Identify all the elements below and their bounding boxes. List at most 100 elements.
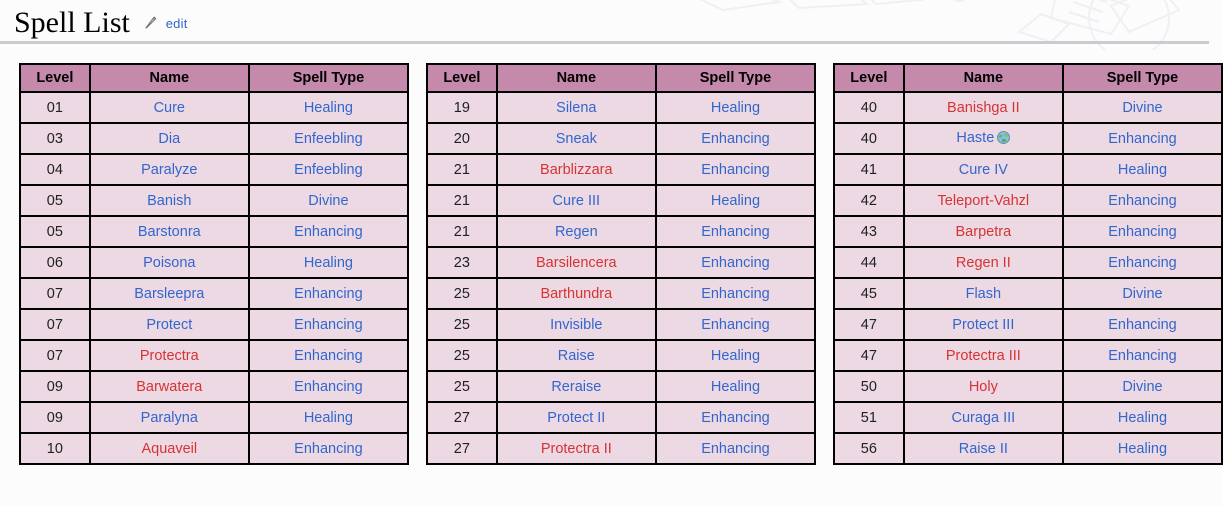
spell-name-link[interactable]: Banish — [147, 193, 191, 209]
table-row: 27 Protect II Enhancing — [426, 401, 817, 434]
spell-type-link[interactable]: Enhancing — [1108, 255, 1177, 271]
spell-name-link[interactable]: Cure — [154, 100, 185, 116]
spell-type-link[interactable]: Enhancing — [1108, 317, 1177, 333]
spell-name-link[interactable]: Banishga II — [947, 100, 1020, 116]
spell-type-link[interactable]: Enhancing — [701, 410, 770, 426]
spell-type-link[interactable]: Divine — [1122, 379, 1162, 395]
spell-name-link[interactable]: Paralyze — [141, 162, 197, 178]
spell-tables-container: Level Name Spell Type 01 Cure Healing 03 Dia… — [0, 44, 1223, 465]
spell-name-link[interactable]: Invisible — [550, 317, 602, 333]
spell-name-link[interactable]: Protect III — [952, 317, 1014, 333]
cell-spell-type: Healing — [654, 184, 817, 217]
cell-spell-type: Divine — [247, 184, 410, 217]
spell-name-link[interactable]: Poisona — [143, 255, 195, 271]
spell-type-link[interactable]: Enhancing — [701, 255, 770, 271]
table-row: 07 Protect Enhancing — [19, 308, 410, 341]
spell-name-link[interactable]: Barthundra — [540, 286, 612, 302]
spell-name-link[interactable]: Barsleepra — [134, 286, 204, 302]
spell-type-link[interactable]: Enhancing — [1108, 348, 1177, 364]
cell-spell-type: Enhancing — [654, 308, 817, 341]
spell-name-link[interactable]: Sneak — [556, 131, 597, 147]
spell-name-link[interactable]: Raise II — [959, 441, 1008, 457]
spell-type-link[interactable]: Enhancing — [1108, 224, 1177, 240]
edit-link[interactable]: edit — [166, 16, 188, 31]
spell-type-link[interactable]: Healing — [304, 410, 353, 426]
spell-name-link[interactable]: Barwatera — [136, 379, 202, 395]
spell-type-link[interactable]: Enhancing — [701, 317, 770, 333]
spell-type-link[interactable]: Enhancing — [701, 441, 770, 457]
spell-type-link[interactable]: Enhancing — [294, 224, 363, 240]
cell-level: 05 — [19, 215, 91, 248]
spell-type-link[interactable]: Healing — [711, 193, 760, 209]
spell-type-link[interactable]: Healing — [1118, 441, 1167, 457]
spell-name-link[interactable]: Flash — [966, 286, 1001, 302]
cell-spell-type: Enhancing — [247, 432, 410, 465]
spell-name-link[interactable]: Aquaveil — [141, 441, 197, 457]
cell-level: 56 — [833, 432, 905, 465]
table-row: 25 Raise Healing — [426, 339, 817, 372]
spell-type-link[interactable]: Enhancing — [1108, 193, 1177, 209]
spell-type-link[interactable]: Enhancing — [294, 441, 363, 457]
spell-type-link[interactable]: Enhancing — [294, 317, 363, 333]
cell-name: Reraise — [495, 370, 657, 403]
spell-name-link[interactable]: Curaga III — [952, 410, 1016, 426]
spell-type-link[interactable]: Healing — [711, 379, 760, 395]
cell-name: Regen — [495, 215, 657, 248]
cell-name: Barstonra — [88, 215, 250, 248]
spell-name-link[interactable]: Regen — [555, 224, 598, 240]
spell-type-link[interactable]: Enhancing — [701, 162, 770, 178]
spell-type-link[interactable]: Enhancing — [294, 286, 363, 302]
spell-type-link[interactable]: Healing — [711, 348, 760, 364]
spell-name-link[interactable]: Cure III — [553, 193, 601, 209]
spell-type-link[interactable]: Enhancing — [294, 348, 363, 364]
cell-level: 19 — [426, 91, 498, 124]
cell-name: Raise — [495, 339, 657, 372]
spell-name-link[interactable]: Protect II — [547, 410, 605, 426]
spell-name-link[interactable]: Barstonra — [138, 224, 201, 240]
spell-type-link[interactable]: Healing — [1118, 162, 1167, 178]
spell-type-link[interactable]: Divine — [1122, 100, 1162, 116]
spell-type-link[interactable]: Enhancing — [701, 224, 770, 240]
spell-type-link[interactable]: Enfeebling — [294, 131, 363, 147]
spell-type-link[interactable]: Healing — [304, 255, 353, 271]
spell-name-link[interactable]: Cure IV — [959, 162, 1008, 178]
spell-name-link[interactable]: Paralyna — [141, 410, 198, 426]
cell-spell-type: Healing — [247, 246, 410, 279]
cell-name: Silena — [495, 91, 657, 124]
spell-type-link[interactable]: Divine — [1122, 286, 1162, 302]
spell-name-link[interactable]: Silena — [556, 100, 596, 116]
cell-level: 42 — [833, 184, 905, 217]
spell-type-link[interactable]: Divine — [308, 193, 348, 209]
spell-table-2-body: 19 Silena Healing 20 Sneak Enhancing 21 Barbliz… — [426, 91, 817, 465]
cell-level: 07 — [19, 339, 91, 372]
edit-section-control[interactable]: edit — [144, 15, 187, 35]
spell-type-link[interactable]: Healing — [304, 100, 353, 116]
spell-type-link[interactable]: Healing — [711, 100, 760, 116]
cell-spell-type: Divine — [1061, 370, 1223, 403]
spell-name-link[interactable]: Raise — [558, 348, 595, 364]
spell-name-link[interactable]: Barpetra — [956, 224, 1012, 240]
spell-name-link[interactable]: Protectra — [140, 348, 199, 364]
cell-name: Dia — [88, 122, 250, 155]
column-header-name: Name — [495, 63, 657, 93]
spell-type-link[interactable]: Enfeebling — [294, 162, 363, 178]
cell-spell-type: Enhancing — [1061, 339, 1223, 372]
spell-type-link[interactable]: Enhancing — [294, 379, 363, 395]
spell-name-link[interactable]: Reraise — [551, 379, 601, 395]
spell-type-link[interactable]: Healing — [1118, 410, 1167, 426]
spell-name-link[interactable]: Holy — [969, 379, 998, 395]
spell-name-link[interactable]: Regen II — [956, 255, 1011, 271]
spell-type-link[interactable]: Enhancing — [1108, 131, 1177, 147]
spell-name-link[interactable]: Dia — [158, 131, 180, 147]
spell-name-link[interactable]: Protectra III — [946, 348, 1021, 364]
spell-name-link[interactable]: Teleport-Vahzl — [938, 193, 1030, 209]
cell-name: Protect III — [902, 308, 1064, 341]
spell-type-link[interactable]: Enhancing — [701, 286, 770, 302]
cell-name: Barthundra — [495, 277, 657, 310]
spell-name-link[interactable]: Barsilencera — [536, 255, 617, 271]
spell-name-link[interactable]: Protect — [146, 317, 192, 333]
spell-type-link[interactable]: Enhancing — [701, 131, 770, 147]
spell-name-link[interactable]: Protectra II — [541, 441, 612, 457]
spell-name-link[interactable]: Barblizzara — [540, 162, 613, 178]
spell-name-link[interactable]: Haste — [956, 130, 994, 146]
